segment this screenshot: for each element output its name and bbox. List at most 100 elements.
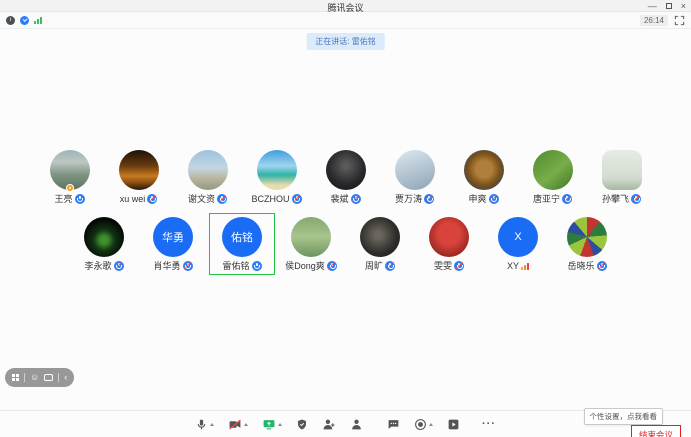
participant-name: 岳晓乐: [567, 259, 594, 272]
apps-button[interactable]: [447, 414, 460, 434]
meeting-info-icon[interactable]: i: [6, 16, 15, 25]
minimize-button[interactable]: —: [648, 2, 657, 11]
participant-avatar: [257, 150, 297, 190]
participant-avatar: [50, 150, 90, 190]
chat-bubble-icon[interactable]: [44, 374, 53, 381]
mic-muted-icon: [351, 194, 361, 204]
screenshare-icon: [262, 418, 276, 431]
caret-up-icon[interactable]: [278, 423, 282, 426]
participant-avatar: [602, 150, 642, 190]
record-button[interactable]: [414, 414, 433, 434]
participant-name: 肖华勇: [153, 259, 180, 272]
title-bar: 腾讯会议 — ×: [0, 0, 691, 12]
participant-avatar: [291, 217, 331, 257]
caret-up-icon[interactable]: [210, 423, 214, 426]
mic-muted-icon: [562, 194, 572, 204]
participants-row-2: 李永歌华勇肖华勇佑铭雷佑铭侯Dong爽周旷雯雯XXY岳晓乐: [0, 217, 691, 271]
camera-button[interactable]: [228, 414, 248, 434]
participant-tile[interactable]: 贾万涛: [386, 150, 444, 204]
participant-avatar: [533, 150, 573, 190]
participant-name: 周旷: [365, 259, 383, 272]
participant-tile[interactable]: 华勇肖华勇: [144, 217, 202, 271]
participant-name: BCZHOU: [252, 194, 290, 204]
caret-up-icon[interactable]: [429, 423, 433, 426]
participant-name: 贾万涛: [395, 192, 422, 205]
poor-network-signal-icon: [521, 262, 529, 270]
reaction-badge: [66, 184, 74, 192]
screenshare-button[interactable]: [262, 414, 282, 434]
invite-button[interactable]: [322, 414, 336, 434]
meeting-status-bar: i 26:14: [0, 12, 691, 29]
security-button[interactable]: [296, 414, 308, 434]
apps-grid-icon[interactable]: [12, 374, 19, 381]
participant-avatar: [188, 150, 228, 190]
participant-name: 雷佑铭: [222, 259, 249, 272]
divider: [24, 373, 25, 382]
smiley-icon[interactable]: ☺: [30, 373, 39, 382]
collapse-chevron-icon[interactable]: ‹: [64, 373, 67, 382]
participant-tile[interactable]: 裴斌: [317, 150, 375, 204]
reaction-pill[interactable]: ☺ ‹: [5, 368, 74, 387]
participant-tile[interactable]: 王亮: [41, 150, 99, 204]
more-button[interactable]: ···: [482, 414, 496, 434]
participant-tile[interactable]: xu wei: [110, 150, 168, 204]
participant-avatar: 佑铭: [222, 217, 262, 257]
participant-tile[interactable]: 孙攀飞: [593, 150, 651, 204]
participant-avatar: 华勇: [153, 217, 193, 257]
mic-muted-icon: [292, 194, 302, 204]
chat-button[interactable]: [387, 414, 400, 434]
network-quality-icon[interactable]: [34, 16, 42, 24]
participant-name: XY: [507, 261, 519, 271]
participant-avatar: [567, 217, 607, 257]
close-button[interactable]: ×: [681, 2, 686, 11]
participants-button[interactable]: [350, 414, 363, 434]
settings-tooltip: 个性设置，点我看看: [584, 408, 664, 425]
participant-avatar: [326, 150, 366, 190]
participant-tile[interactable]: 佑铭雷佑铭: [213, 217, 271, 271]
participant-avatar: [119, 150, 159, 190]
participant-tile[interactable]: 岳晓乐: [558, 217, 616, 271]
end-meeting-button[interactable]: 结束会议: [631, 425, 681, 437]
apps-icon: [447, 418, 460, 431]
microphone-icon: [195, 418, 208, 431]
divider: [58, 373, 59, 382]
chat-icon: [387, 418, 400, 431]
participant-avatar: [395, 150, 435, 190]
caret-up-icon[interactable]: [244, 423, 248, 426]
microphone-button[interactable]: [195, 414, 214, 434]
shield-icon[interactable]: [20, 16, 29, 25]
camera-off-icon: [228, 418, 242, 431]
mic-muted-icon: [597, 261, 607, 271]
participant-tile[interactable]: 谢文资: [179, 150, 237, 204]
meeting-duration: 26:14: [640, 15, 668, 26]
participant-avatar: [429, 217, 469, 257]
mic-on-icon: [252, 261, 262, 271]
participants-row-1: 王亮 xu wei 谢文资 BCZHOU 裴斌贾万涛 申爽 唐亚宁 孙攀飞: [0, 150, 691, 204]
participant-name: 侯Dong爽: [285, 259, 325, 272]
participant-tile[interactable]: 侯Dong爽: [282, 217, 340, 271]
mic-muted-icon: [147, 194, 157, 204]
participant-name: 王亮: [54, 192, 72, 205]
participant-tile[interactable]: XXY: [489, 217, 547, 271]
participants-icon: [350, 418, 363, 431]
mic-muted-icon: [424, 194, 434, 204]
mic-muted-icon: [631, 194, 641, 204]
fullscreen-icon[interactable]: [674, 15, 685, 26]
participant-name: xu wei: [120, 194, 146, 204]
participant-name: 申爽: [468, 192, 486, 205]
participant-avatar: [84, 217, 124, 257]
mic-muted-icon: [385, 261, 395, 271]
participant-avatar: [360, 217, 400, 257]
participant-tile[interactable]: 申爽: [455, 150, 513, 204]
maximize-button[interactable]: [666, 3, 672, 9]
participant-tile[interactable]: 李永歌: [75, 217, 133, 271]
participant-tile[interactable]: 雯雯: [420, 217, 478, 271]
security-shield-icon: [296, 418, 308, 431]
participant-tile[interactable]: BCZHOU: [248, 150, 306, 204]
mic-muted-icon: [327, 261, 337, 271]
participant-name: 李永歌: [84, 259, 111, 272]
participant-name: 雯雯: [434, 259, 452, 272]
participant-tile[interactable]: 唐亚宁: [524, 150, 582, 204]
participant-name: 唐亚宁: [533, 192, 560, 205]
participant-tile[interactable]: 周旷: [351, 217, 409, 271]
